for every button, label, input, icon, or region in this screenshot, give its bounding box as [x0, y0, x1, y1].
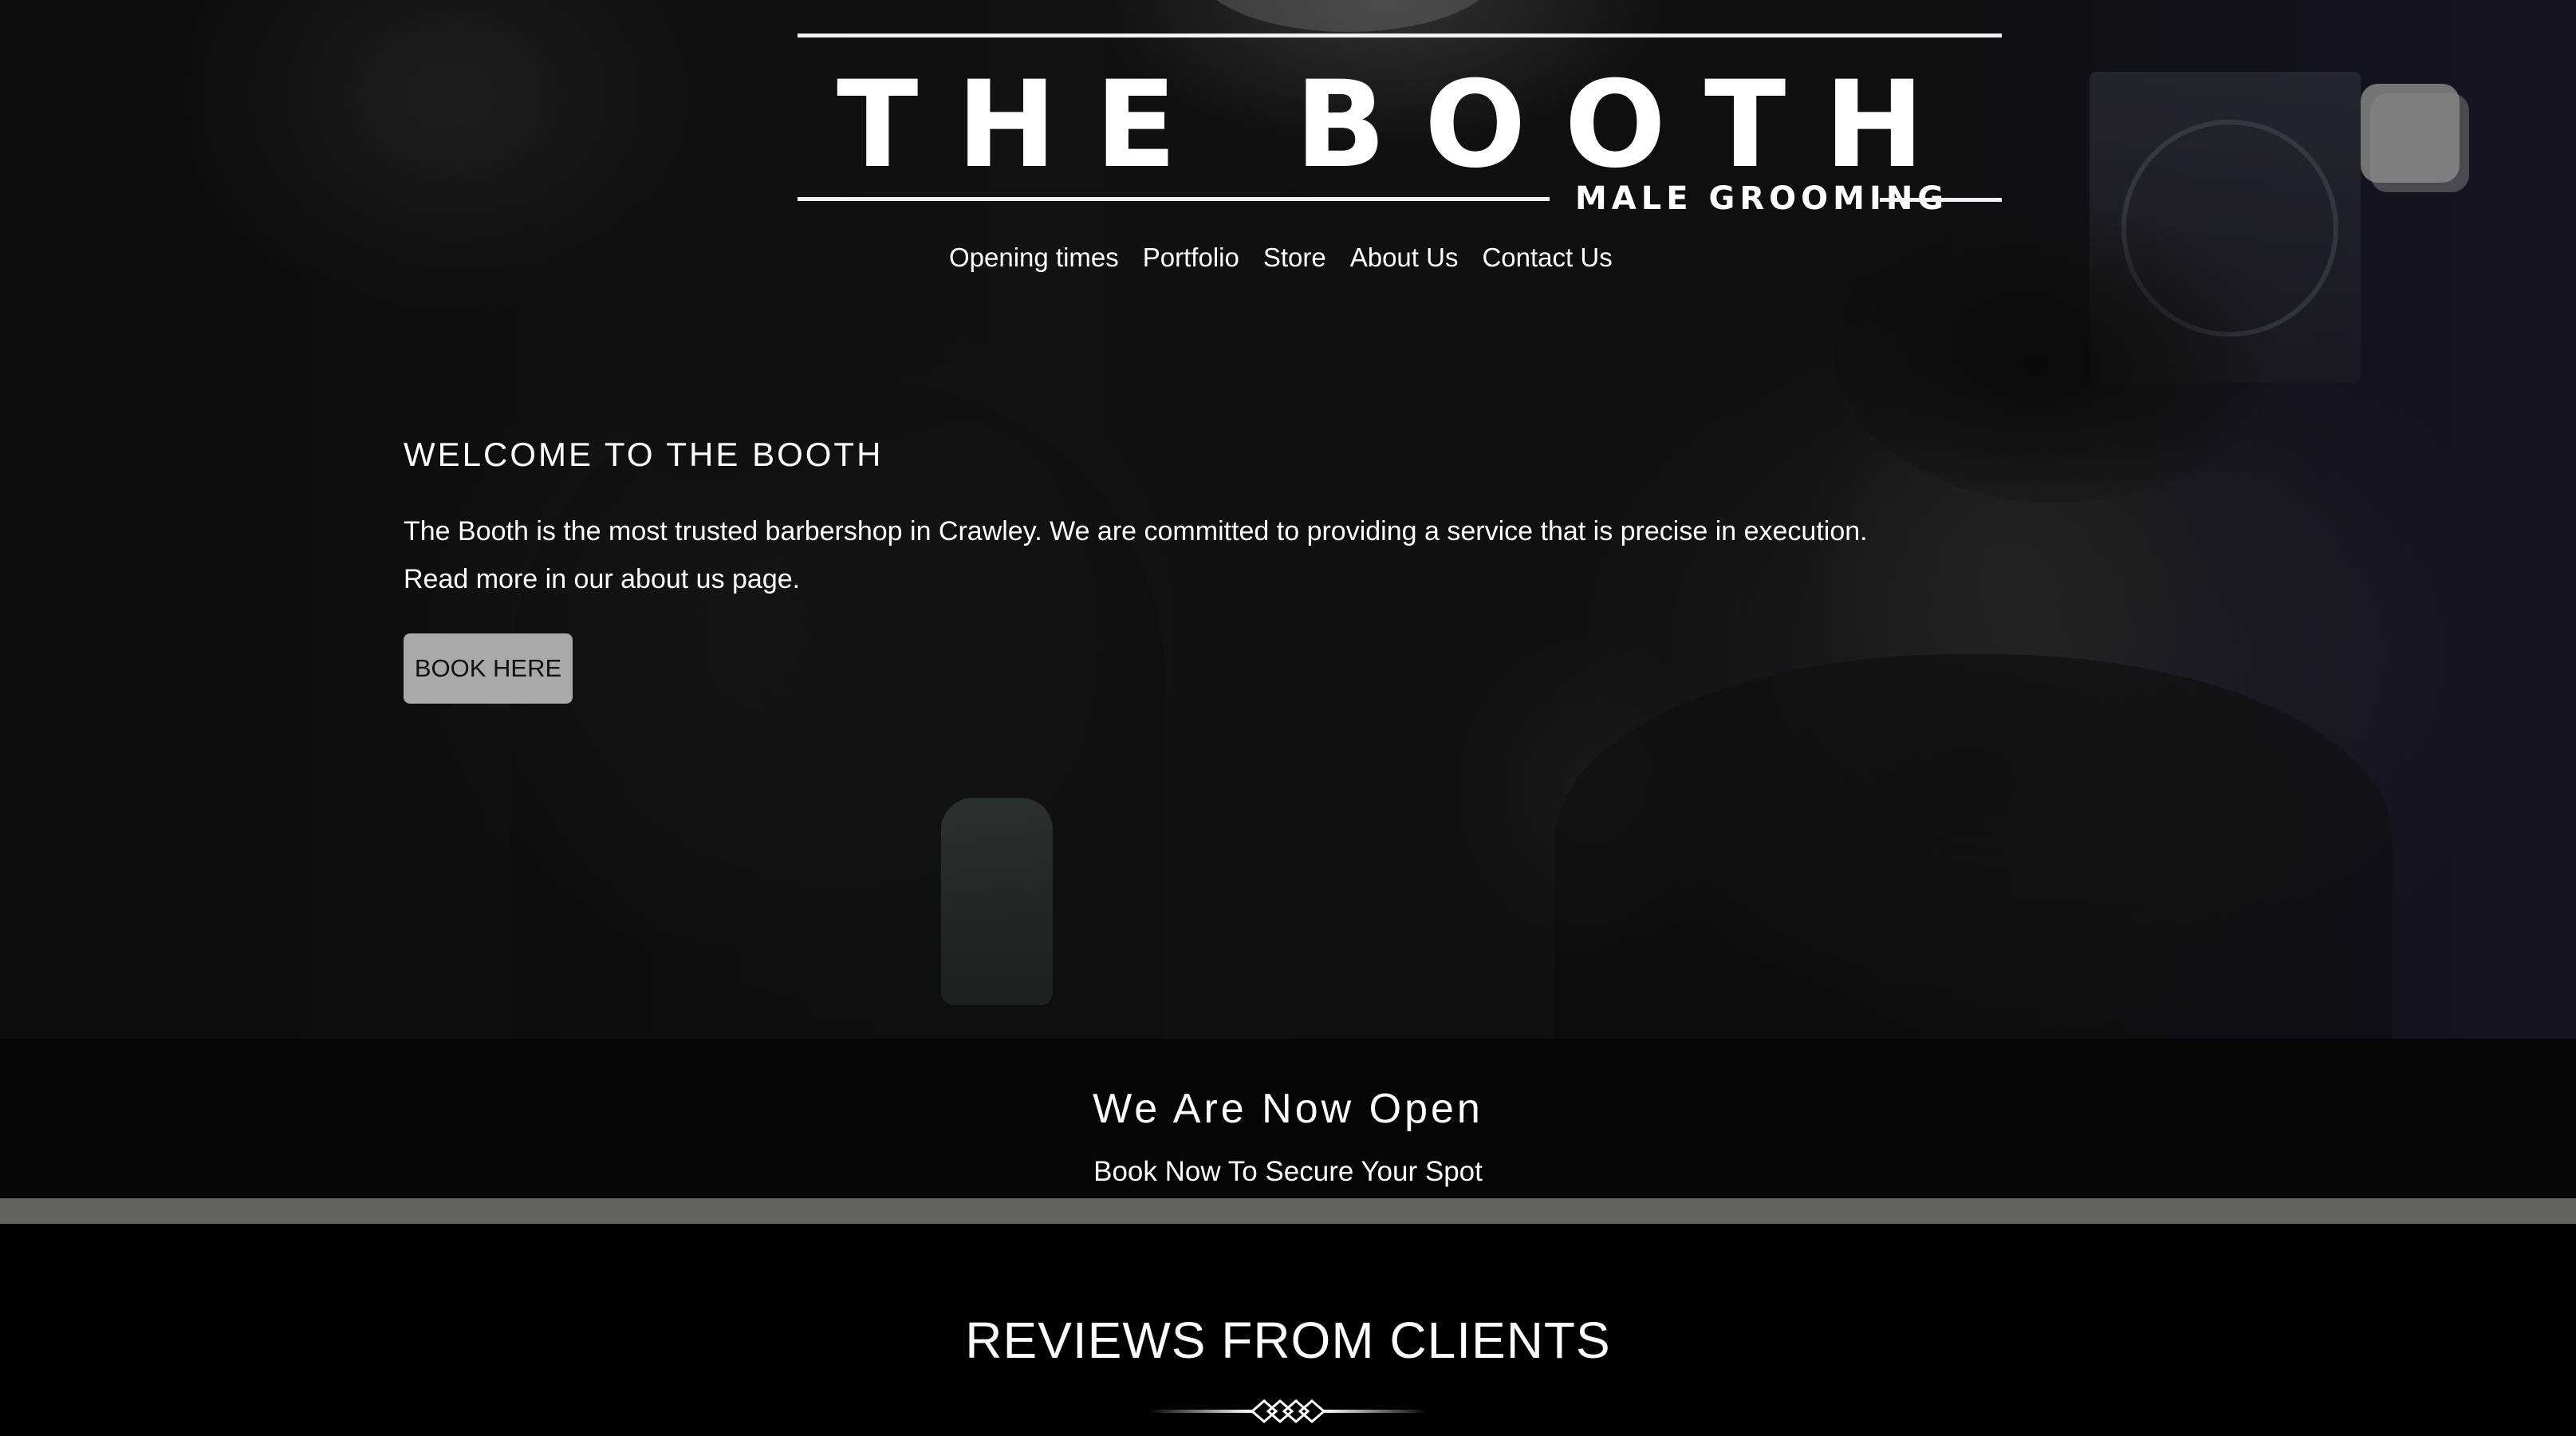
hero-description-line-1: The Booth is the most trusted barbershop…: [404, 516, 1868, 546]
logo-tagline: MALE GROOMING: [1575, 180, 1949, 217]
book-here-button[interactable]: BOOK HERE: [404, 633, 573, 704]
corner-widget-icon[interactable]: [2361, 84, 2469, 192]
logo-top-rule: [798, 34, 2002, 37]
reviews-section: REVIEWS FROM CLIENTS: [0, 1224, 2576, 1436]
ornament-divider-icon: [1148, 1399, 1428, 1423]
hero-description-line-2: Read more in our about us page.: [404, 564, 801, 594]
hero-content: WELCOME TO THE BOOTH The Booth is the mo…: [404, 431, 1999, 704]
nav-item-portfolio[interactable]: Portfolio: [1143, 236, 1239, 279]
hero-heading: WELCOME TO THE BOOTH: [404, 436, 884, 473]
nav-item-opening-times[interactable]: Opening times: [949, 236, 1119, 279]
logo-bottom-rule-left: [798, 197, 1550, 201]
open-banner: We Are Now Open Book Now To Secure Your …: [0, 1039, 2576, 1198]
corner-widget-front: [2361, 84, 2460, 183]
section-divider-bar: [0, 1198, 2576, 1224]
nav-item-about-us[interactable]: About Us: [1350, 236, 1459, 279]
site-logo[interactable]: THE BOOTH MALE GROOMING: [798, 34, 2002, 225]
logo-wordmark: THE BOOTH: [837, 56, 1963, 195]
logo-bottom-rule-right: [1880, 198, 2002, 202]
nav-item-store[interactable]: Store: [1263, 236, 1326, 279]
hero-section: THE BOOTH MALE GROOMING Opening times Po…: [0, 0, 2576, 1039]
open-banner-subtitle: Book Now To Secure Your Spot: [1093, 1156, 1483, 1187]
main-nav: Opening times Portfolio Store About Us C…: [949, 236, 1613, 279]
open-banner-title: We Are Now Open: [1093, 1086, 1483, 1132]
nav-item-contact-us[interactable]: Contact Us: [1482, 236, 1612, 279]
hero-description: The Booth is the most trusted barbershop…: [404, 507, 1999, 603]
reviews-title: REVIEWS FROM CLIENTS: [965, 1312, 1611, 1369]
